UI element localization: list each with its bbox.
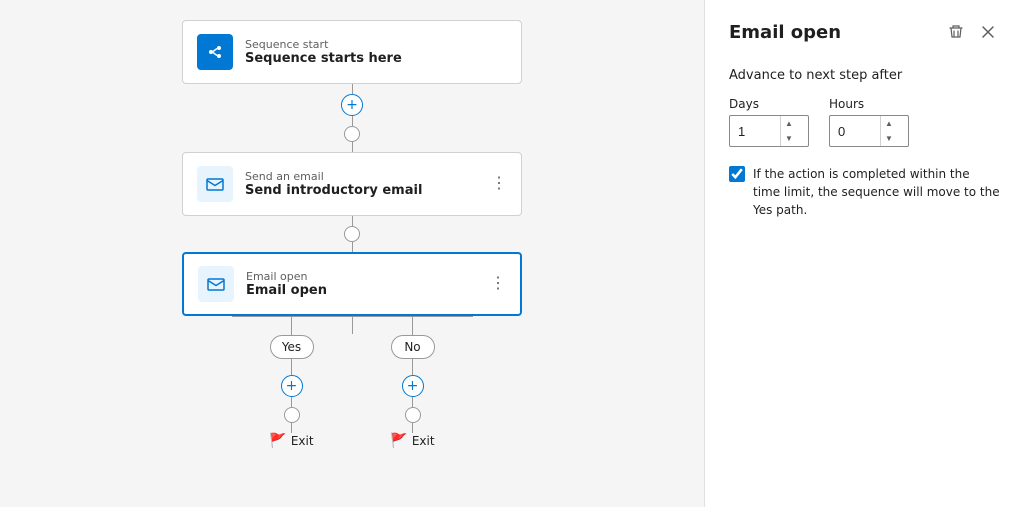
circle-1	[344, 126, 360, 142]
days-up-btn[interactable]: ▲	[781, 116, 797, 131]
v-no-bottom	[412, 359, 413, 375]
hours-input-wrap: ▲ ▼	[829, 115, 909, 147]
email-open-title: Email open	[246, 283, 327, 298]
days-input[interactable]	[730, 120, 780, 143]
sequence-start-title: Sequence starts here	[245, 51, 402, 66]
send-email-icon	[197, 166, 233, 202]
email-open-node[interactable]: Email open Email open ⋮	[182, 252, 522, 316]
days-spinner: ▲ ▼	[780, 116, 797, 146]
checkbox-row: If the action is completed within the ti…	[729, 165, 1000, 219]
hours-label: Hours	[829, 97, 909, 111]
send-email-node[interactable]: Send an email Send introductory email ⋮	[182, 152, 522, 216]
send-email-sublabel: Send an email	[245, 170, 422, 183]
line-2b	[352, 242, 353, 252]
no-flag-icon: 🚩	[390, 433, 407, 449]
trash-icon	[948, 24, 964, 40]
hours-spinner: ▲ ▼	[880, 116, 897, 146]
no-circle	[405, 407, 421, 423]
email-open-sublabel: Email open	[246, 270, 327, 283]
section-label: Advance to next step after	[729, 68, 1000, 83]
hours-field: Hours ▲ ▼	[829, 97, 909, 147]
email-open-labels: Email open Email open	[246, 270, 327, 298]
yes-flag-icon: 🚩	[269, 433, 286, 449]
add-btn-1[interactable]: +	[341, 94, 363, 116]
time-limit-checkbox[interactable]	[729, 166, 745, 182]
line-1c	[352, 142, 353, 152]
send-email-title: Send introductory email	[245, 183, 422, 198]
circle-2	[344, 226, 360, 242]
v-yes-bottom	[291, 359, 292, 375]
line-1b	[352, 116, 353, 126]
left-arm: Yes + 🚩 Exit	[232, 316, 352, 449]
right-arm: No + 🚩 Exit	[353, 316, 473, 449]
sequence-start-labels: Sequence start Sequence starts here	[245, 38, 402, 66]
yes-label: Yes	[270, 335, 314, 359]
flow-wrapper: Sequence start Sequence starts here + Se…	[182, 20, 522, 449]
sequence-start-icon	[197, 34, 233, 70]
panel-title: Email open	[729, 22, 841, 43]
branch-h-row: Yes + 🚩 Exit	[232, 316, 473, 449]
yes-add-btn[interactable]: +	[281, 375, 303, 397]
right-panel: Email open Advance to next step after Da…	[704, 0, 1024, 507]
yes-circle	[284, 407, 300, 423]
hours-input[interactable]	[830, 120, 880, 143]
email-open-icon	[198, 266, 234, 302]
days-field: Days ▲ ▼	[729, 97, 809, 147]
email-open-menu-btn[interactable]: ⋮	[486, 274, 510, 294]
connector-2	[344, 216, 360, 252]
no-exit-label: Exit	[412, 434, 435, 448]
days-label: Days	[729, 97, 809, 111]
v-right	[412, 317, 413, 335]
line-2	[352, 216, 353, 226]
send-email-labels: Send an email Send introductory email	[245, 170, 422, 198]
sequence-start-sublabel: Sequence start	[245, 38, 402, 51]
delete-button[interactable]	[944, 20, 968, 44]
panel-actions	[944, 20, 1000, 44]
branch-container: Yes + 🚩 Exit	[232, 316, 473, 449]
no-label: No	[391, 335, 435, 359]
days-input-wrap: ▲ ▼	[729, 115, 809, 147]
v-yes-3	[291, 397, 292, 407]
hours-down-btn[interactable]: ▼	[881, 131, 897, 146]
v-no-3	[412, 397, 413, 407]
canvas-area: Sequence start Sequence starts here + Se…	[0, 0, 704, 507]
close-button[interactable]	[976, 20, 1000, 44]
sequence-start-node[interactable]: Sequence start Sequence starts here	[182, 20, 522, 84]
time-inputs: Days ▲ ▼ Hours ▲ ▼	[729, 97, 1000, 147]
no-add-btn[interactable]: +	[402, 375, 424, 397]
close-icon	[980, 24, 996, 40]
v-left	[291, 317, 292, 335]
checkbox-label: If the action is completed within the ti…	[753, 165, 1000, 219]
send-email-menu-btn[interactable]: ⋮	[487, 174, 511, 194]
yes-exit: 🚩 Exit	[269, 433, 313, 449]
v-yes-4	[291, 423, 292, 433]
line-1	[352, 84, 353, 94]
days-down-btn[interactable]: ▼	[781, 131, 797, 146]
yes-exit-label: Exit	[291, 434, 314, 448]
connector-1: +	[341, 84, 363, 152]
no-exit: 🚩 Exit	[390, 433, 434, 449]
panel-header: Email open	[729, 20, 1000, 44]
v-no-4	[412, 423, 413, 433]
hours-up-btn[interactable]: ▲	[881, 116, 897, 131]
